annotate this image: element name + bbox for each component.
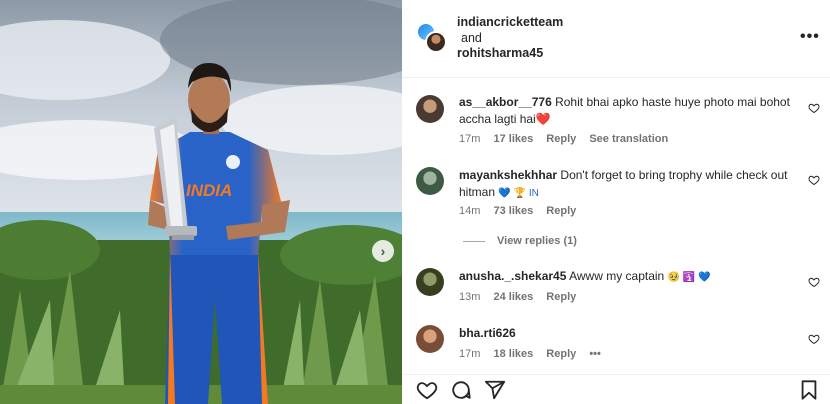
more-options-icon[interactable]: ••• (800, 28, 820, 46)
comment-likes[interactable]: 24 likes (493, 291, 533, 303)
comment-text: anusha._.shekar45 Awww my captain 🥹 🛐 💙 (459, 268, 794, 286)
heart-icon[interactable] (808, 333, 820, 345)
reply-button[interactable]: Reply (546, 133, 576, 145)
avatar[interactable] (416, 268, 444, 296)
comment-text: mayankshekhhar Don't forget to bring tro… (459, 167, 794, 202)
author-username[interactable]: indiancricketteam (457, 15, 563, 29)
comment-icon[interactable] (450, 379, 472, 401)
avatar (425, 31, 447, 53)
coauthor-username[interactable]: rohitsharma45 (457, 46, 543, 60)
comment-emoji: 💙 🏆 IN (498, 188, 539, 199)
view-replies-label: View replies (1) (497, 235, 577, 247)
comment-username[interactable]: bha.rti626 (459, 326, 516, 340)
reply-button[interactable]: Reply (546, 348, 576, 360)
view-replies-button[interactable]: View replies (1) (463, 235, 577, 247)
heart-icon[interactable] (808, 174, 820, 186)
comment-likes[interactable]: 17 likes (493, 133, 533, 145)
comment-meta: 17m 18 likes Reply ••• (459, 348, 611, 360)
post-header: indiancricketteam and rohitsharma45 ••• (402, 0, 830, 78)
heart-icon[interactable] (808, 102, 820, 114)
comment-meta: 17m 17 likes Reply See translation (459, 133, 678, 145)
photo-scene: INDIA (0, 0, 402, 404)
replies-divider (463, 240, 485, 242)
comment-username[interactable]: anusha._.shekar45 (459, 269, 566, 283)
comment-text: as__akbor__776 Rohit bhai apko haste huy… (459, 94, 794, 128)
avatar[interactable] (416, 95, 444, 123)
comment-time: 17m (459, 133, 481, 145)
comment-time: 17m (459, 348, 481, 360)
comment-more-icon[interactable]: ••• (589, 348, 601, 360)
and-text: and (461, 31, 482, 45)
comment-emoji: 🥹 🛐 💙 (667, 272, 711, 283)
action-bar (402, 374, 830, 404)
comment-emoji: ❤️ (535, 112, 551, 126)
comment-likes[interactable]: 18 likes (493, 348, 533, 360)
save-icon[interactable] (798, 379, 820, 401)
post-photo: INDIA › (0, 0, 402, 404)
comment-body: Awww my captain (569, 269, 665, 283)
post-side-panel: indiancricketteam and rohitsharma45 ••• … (402, 0, 830, 404)
reply-button[interactable]: Reply (546, 205, 576, 217)
see-translation-button[interactable]: See translation (589, 133, 668, 145)
carousel-next-button[interactable]: › (372, 240, 394, 262)
comment-text: bha.rti626 (459, 325, 794, 342)
heart-icon[interactable] (808, 276, 820, 288)
avatar[interactable] (416, 325, 444, 353)
chevron-right-icon: › (380, 243, 386, 259)
collab-avatars[interactable] (416, 22, 448, 54)
comment-time: 13m (459, 291, 481, 303)
comment-meta: 13m 24 likes Reply (459, 291, 586, 303)
comment-username[interactable]: as__akbor__776 (459, 95, 552, 109)
reply-button[interactable]: Reply (546, 291, 576, 303)
like-icon[interactable] (416, 379, 438, 401)
comment-meta: 14m 73 likes Reply (459, 205, 586, 217)
comment-username[interactable]: mayankshekhhar (459, 168, 557, 182)
comment-likes[interactable]: 73 likes (493, 205, 533, 217)
svg-text:INDIA: INDIA (186, 181, 232, 200)
avatar[interactable] (416, 167, 444, 195)
comment-time: 14m (459, 205, 481, 217)
share-icon[interactable] (484, 379, 506, 401)
